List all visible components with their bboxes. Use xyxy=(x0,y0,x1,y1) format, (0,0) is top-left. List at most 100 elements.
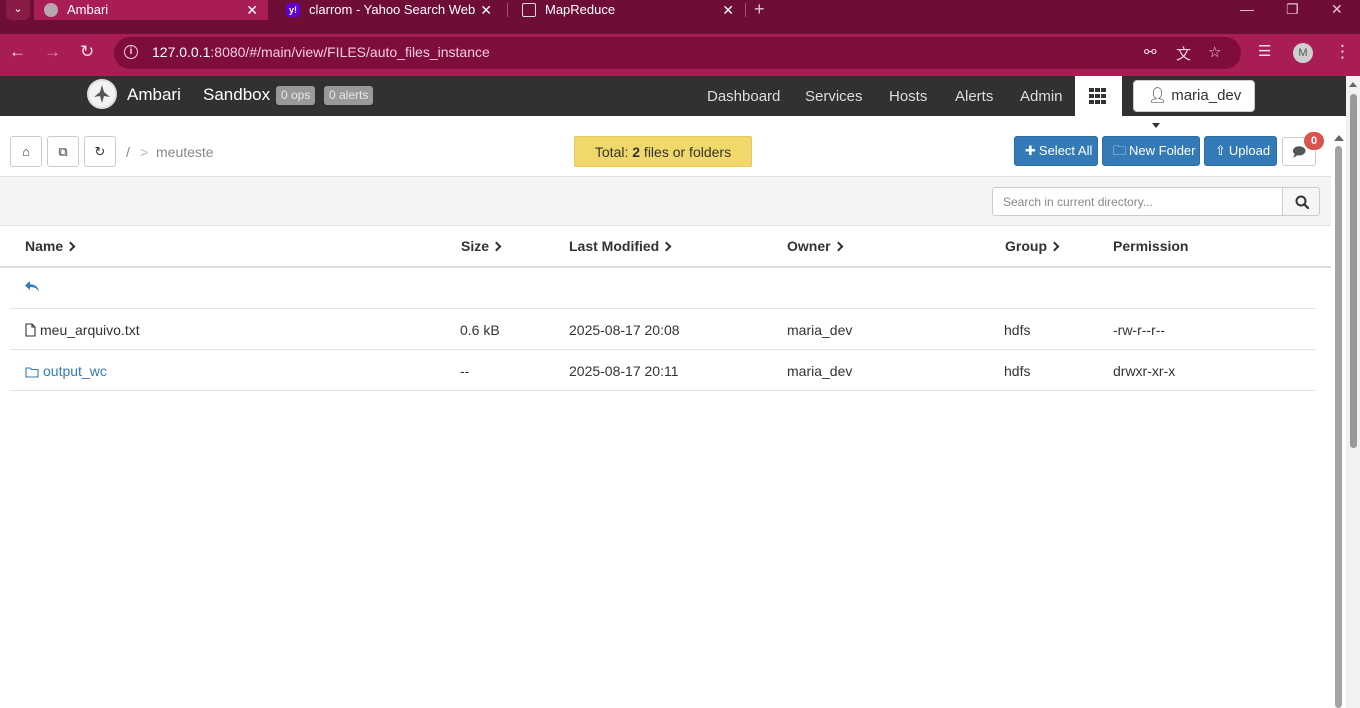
caret-down-icon xyxy=(1152,123,1160,128)
scrollbar-thumb[interactable] xyxy=(1335,146,1342,708)
plus-icon: ✚ xyxy=(1025,143,1036,158)
scroll-up-icon[interactable] xyxy=(1349,82,1357,87)
size-cell: -- xyxy=(460,363,470,379)
nav-services[interactable]: Services xyxy=(805,88,863,105)
column-label: Owner xyxy=(787,238,831,254)
search-icon xyxy=(1295,195,1309,209)
total-prefix: Total: xyxy=(594,144,633,160)
column-label: Group xyxy=(1005,238,1047,254)
column-header-last-modified[interactable]: Last Modified xyxy=(569,238,672,254)
select-all-label: Select All xyxy=(1038,143,1093,158)
tab-close-icon[interactable]: ✕ xyxy=(722,0,734,20)
column-label: Permission xyxy=(1113,238,1189,254)
window-close-icon[interactable]: ✕ xyxy=(1331,0,1343,18)
password-key-icon[interactable]: ⚯ xyxy=(1144,43,1157,61)
column-header-name[interactable]: Name xyxy=(25,238,76,254)
translate-icon[interactable]: 文 xyxy=(1176,43,1191,64)
new-tab-plus-icon[interactable]: + xyxy=(754,0,765,18)
minimize-icon[interactable]: — xyxy=(1240,0,1254,18)
directory-search-input[interactable] xyxy=(992,187,1283,216)
search-bar-area xyxy=(0,176,1331,226)
new-folder-button[interactable]: 🗀︎ New Folder xyxy=(1102,136,1200,166)
ambari-navbar: Ambari Sandbox 0 ops 0 alerts Dashboard … xyxy=(0,76,1346,128)
views-menu-button[interactable] xyxy=(1075,76,1122,116)
column-label: Name xyxy=(25,238,64,254)
copy-path-button[interactable]: ⧉ xyxy=(47,136,79,167)
folder-name: output_wc xyxy=(43,363,107,379)
browser-toolbar: ← → ↻ i 127.0.0.1:8080/#/main/view/FILES… xyxy=(0,34,1360,76)
nav-hosts[interactable]: Hosts xyxy=(889,88,927,105)
total-count: 2 xyxy=(632,144,641,160)
chevron-right-icon xyxy=(833,241,844,252)
table-row[interactable]: meu_arquivo.txt 0.6 kB 2025-08-17 20:08 … xyxy=(10,309,1316,350)
group-cell: hdfs xyxy=(1004,322,1031,338)
tab-title: MapReduce xyxy=(545,2,616,17)
file-name-cell[interactable]: meu_arquivo.txt xyxy=(25,322,140,338)
back-arrow-icon[interactable]: ← xyxy=(9,42,26,62)
browser-tab-ambari[interactable]: Ambari ✕ xyxy=(34,0,268,20)
scroll-up-icon[interactable] xyxy=(1334,135,1344,141)
nav-alerts[interactable]: Alerts xyxy=(955,88,993,105)
chevron-right-icon xyxy=(661,241,672,252)
nav-dashboard[interactable]: Dashboard xyxy=(707,88,780,105)
table-row[interactable]: output_wc -- 2025-08-17 20:11 maria_dev … xyxy=(10,350,1316,391)
page-scrollbar[interactable] xyxy=(1346,76,1360,708)
restore-icon[interactable]: ❐ xyxy=(1286,0,1299,18)
select-all-button[interactable]: ✚ Select All xyxy=(1014,136,1098,166)
profile-avatar[interactable]: M xyxy=(1293,43,1313,63)
upload-button[interactable]: ⇧ Upload xyxy=(1204,136,1277,166)
alerts-badge[interactable]: 0 alerts xyxy=(324,86,374,105)
browser-tab-strip: ⌄ Ambari ✕ y! clarrom - Yahoo Search Web… xyxy=(0,0,1360,34)
scrollbar-thumb[interactable] xyxy=(1350,94,1357,448)
column-header-permission: Permission xyxy=(1113,238,1188,254)
column-header-group[interactable]: Group xyxy=(1005,238,1060,254)
tab-search-menu-button[interactable]: ⌄ xyxy=(6,0,30,20)
comment-icon: 🗩︎ xyxy=(1291,144,1307,159)
address-bar[interactable]: i 127.0.0.1:8080/#/main/view/FILES/auto_… xyxy=(114,37,1241,69)
column-header-owner[interactable]: Owner xyxy=(787,238,844,254)
browser-menu-icon[interactable]: ⋮ xyxy=(1334,42,1351,62)
nav-admin[interactable]: Admin xyxy=(1020,88,1063,105)
column-header-size[interactable]: Size xyxy=(461,238,502,254)
folder-icon xyxy=(25,367,39,378)
tab-close-icon[interactable]: ✕ xyxy=(480,0,492,20)
browser-tab-mapreduce[interactable]: MapReduce ✕ xyxy=(512,0,744,20)
refresh-button[interactable]: ↻ xyxy=(84,136,116,167)
url-text[interactable]: 127.0.0.1:8080/#/main/view/FILES/auto_fi… xyxy=(152,44,490,60)
site-info-icon[interactable]: i xyxy=(124,45,138,59)
cluster-name[interactable]: Sandbox xyxy=(203,85,270,105)
media-controls-icon[interactable]: ☰ xyxy=(1258,42,1271,62)
tab-close-icon[interactable]: ✕ xyxy=(246,0,258,20)
total-count-badge: Total: 2 files or folders xyxy=(574,136,752,167)
total-suffix: files or folders xyxy=(640,144,732,160)
search-button[interactable] xyxy=(1282,187,1320,216)
user-menu-button[interactable]: 👤︎ maria_dev xyxy=(1133,80,1255,128)
breadcrumb-root[interactable]: / xyxy=(126,144,130,160)
tab-title: Ambari xyxy=(67,2,109,17)
owner-cell: maria_dev xyxy=(787,322,853,338)
tab-separator xyxy=(507,3,508,17)
bookmark-star-icon[interactable]: ☆ xyxy=(1208,43,1221,61)
reply-back-icon[interactable] xyxy=(24,280,40,294)
parent-directory-row[interactable] xyxy=(10,268,1316,309)
file-table-header: Name Size Last Modified Owner Group Perm… xyxy=(0,226,1331,268)
browser-tab-yahoo[interactable]: y! clarrom - Yahoo Search Web ✕ xyxy=(276,0,502,20)
yahoo-favicon-icon: y! xyxy=(286,3,300,17)
folder-icon: 🗀︎ xyxy=(1113,143,1127,158)
ambari-favicon-icon xyxy=(44,3,58,17)
ops-badge[interactable]: 0 ops xyxy=(276,86,316,105)
modified-cell: 2025-08-17 20:08 xyxy=(569,322,680,338)
view-scrollbar[interactable] xyxy=(1333,131,1345,708)
reload-icon[interactable]: ↻ xyxy=(80,42,94,62)
home-button[interactable]: ⌂ xyxy=(10,136,42,167)
column-label: Last Modified xyxy=(569,238,660,254)
ambari-logo[interactable] xyxy=(87,79,117,109)
column-label: Size xyxy=(461,238,490,254)
forward-arrow-icon[interactable]: → xyxy=(44,42,61,62)
chevron-right-icon xyxy=(491,241,502,252)
file-icon xyxy=(25,323,36,337)
size-cell: 0.6 kB xyxy=(460,322,500,338)
folder-name-cell[interactable]: output_wc xyxy=(25,363,107,379)
group-cell: hdfs xyxy=(1004,363,1031,379)
brand-name[interactable]: Ambari xyxy=(127,85,181,105)
